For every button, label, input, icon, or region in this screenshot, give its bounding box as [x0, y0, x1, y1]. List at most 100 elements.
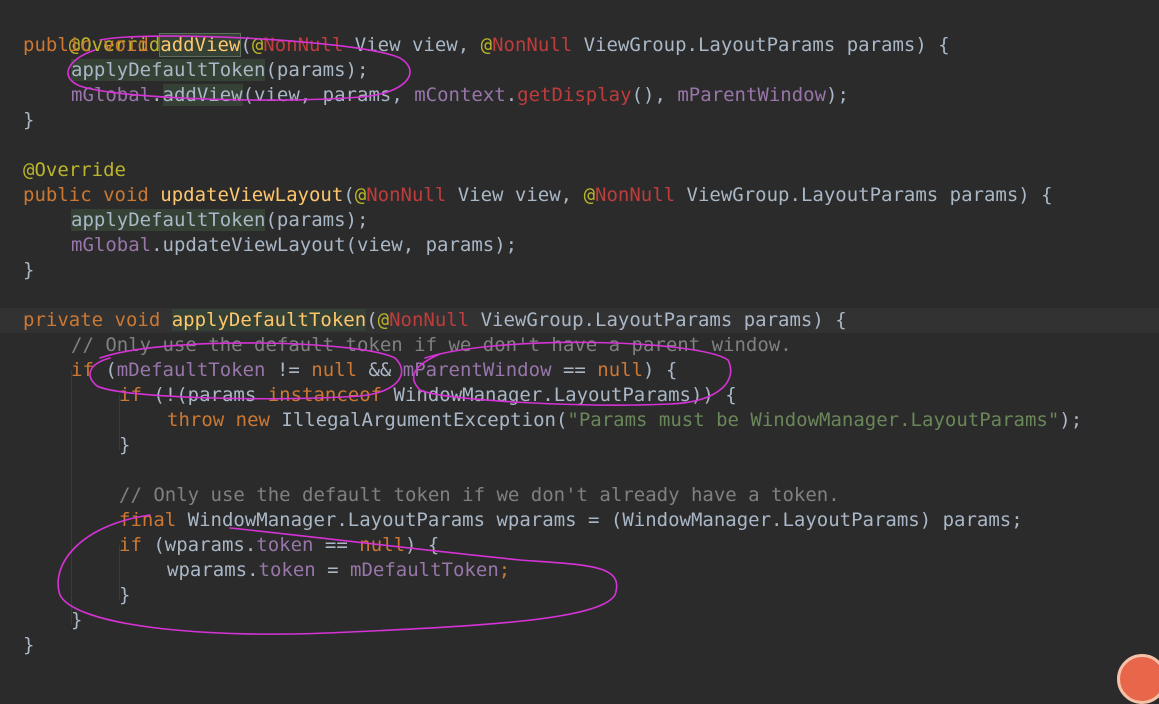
code-text: = [315, 559, 351, 581]
code-text: (params); [265, 59, 369, 81]
keyword-final: final [119, 509, 188, 531]
closing-brace: } [119, 584, 131, 606]
code-text: ( [366, 309, 378, 331]
code-text: wparams. [167, 559, 259, 581]
field-mcontext: mContext [414, 84, 506, 106]
code-line[interactable]: mGlobal.updateViewLayout(view, params); [71, 233, 517, 258]
field-token: token [258, 559, 316, 581]
code-text: . [505, 84, 518, 106]
keyword-null: null [359, 534, 406, 556]
code-text: ) { [405, 534, 440, 556]
code-text: ) { [643, 359, 678, 381]
call-getdisplay: getDisplay [517, 84, 632, 106]
code-line[interactable]: final WindowManager.LayoutParams wparams… [119, 508, 1023, 533]
code-comment: // Only use the default token if we don'… [71, 334, 792, 356]
code-text: == [313, 534, 360, 556]
keyword-if: if [119, 534, 154, 556]
field-mdefaulttoken: mDefaultToken [350, 559, 499, 581]
code-text: ( [105, 359, 117, 381]
code-text: (view, params, [242, 84, 415, 106]
keyword-null: null [597, 359, 644, 381]
indent-guide [71, 370, 72, 625]
nonnull-annotation: NonNull [389, 309, 470, 331]
annotation-at: @ [377, 309, 390, 331]
call-addview[interactable]: addView [162, 84, 243, 106]
code-text: . [151, 84, 163, 106]
call-applydefaulttoken[interactable]: applyDefaultToken [71, 209, 266, 231]
code-text: (!(params [153, 384, 268, 406]
code-line[interactable]: if (wparams.token == null) { [119, 533, 439, 558]
code-text: (params); [265, 209, 369, 231]
keyword-instanceof: instanceof [267, 384, 383, 406]
annotation-at: @ [480, 34, 493, 56]
keyword-new: new [235, 409, 282, 431]
code-text: ViewGroup.LayoutParams params) { [675, 184, 1053, 206]
keyword-void: void [103, 184, 161, 206]
string-literal: "Params must be WindowManager.LayoutPara… [567, 409, 1060, 431]
annotation-at: @ [251, 34, 264, 56]
field-mglobal: mGlobal [71, 84, 152, 106]
code-text: View view, [343, 34, 481, 56]
method-name-addview[interactable]: addView [159, 33, 242, 57]
field-token: token [256, 534, 314, 556]
keyword-if: if [71, 359, 106, 381]
code-line[interactable]: public void addView(@NonNull View view, … [23, 33, 950, 58]
nonnull-annotation: NonNull [263, 34, 344, 56]
code-line[interactable]: if (!(params instanceof WindowManager.La… [119, 383, 737, 408]
code-text: ViewGroup.LayoutParams params) { [469, 309, 847, 331]
method-name-updateviewlayout[interactable]: updateViewLayout [160, 184, 343, 206]
code-text: != [265, 359, 312, 381]
code-text: ( [240, 34, 252, 56]
code-line[interactable]: applyDefaultToken(params); [71, 58, 368, 83]
code-text: View view, [446, 184, 584, 206]
call-applydefaulttoken[interactable]: applyDefaultToken [71, 59, 266, 81]
keyword-public: public [23, 184, 104, 206]
code-line[interactable]: throw new IllegalArgumentException("Para… [167, 408, 1082, 433]
code-editor[interactable]: @Override public void addView(@NonNull V… [0, 0, 1159, 704]
code-text: ); [1059, 409, 1083, 431]
code-line[interactable]: @Override [23, 158, 126, 183]
closing-brace: } [119, 434, 131, 456]
code-line[interactable]: private void applyDefaultToken(@NonNull … [23, 308, 847, 333]
code-text: .updateViewLayout(view, params); [151, 234, 518, 256]
keyword-throw: throw [167, 409, 236, 431]
code-text: ; [498, 559, 511, 581]
keyword-void: void [114, 309, 172, 331]
closing-brace: } [23, 634, 35, 656]
override-annotation: @Override [23, 159, 126, 181]
closing-brace: } [23, 259, 35, 281]
code-line[interactable]: if (mDefaultToken != null && mParentWind… [71, 358, 677, 383]
closing-brace: } [23, 109, 35, 131]
code-text: WindowManager.LayoutParams)) { [382, 384, 737, 406]
keyword-private: private [23, 309, 115, 331]
assistant-bubble-icon[interactable] [1117, 654, 1159, 704]
keyword-public: public [23, 34, 104, 56]
code-line[interactable]: @Override [23, 8, 172, 56]
nonnull-annotation: NonNull [595, 184, 676, 206]
field-mparentwindow: mParentWindow [402, 359, 552, 381]
nonnull-annotation: NonNull [492, 34, 573, 56]
keyword-void: void [103, 34, 161, 56]
code-text: ); [826, 84, 849, 106]
code-line[interactable]: applyDefaultToken(params); [71, 208, 368, 233]
keyword-null: null [311, 359, 358, 381]
code-line[interactable]: public void updateViewLayout(@NonNull Vi… [23, 183, 1053, 208]
annotation-at: @ [583, 184, 596, 206]
code-text: ( [343, 184, 355, 206]
code-line[interactable]: mGlobal.addView(view, params, mContext.g… [71, 83, 849, 108]
method-name-applydefaulttoken[interactable]: applyDefaultToken [171, 309, 367, 331]
code-text: && [357, 359, 403, 381]
closing-brace: } [71, 609, 83, 631]
code-text: WindowManager.LayoutParams wparams = (Wi… [187, 509, 1023, 531]
nonnull-annotation: NonNull [366, 184, 447, 206]
code-text: ViewGroup.LayoutParams params) { [572, 34, 950, 56]
code-text: IllegalArgumentException( [281, 409, 568, 431]
code-text: (wparams. [153, 534, 257, 556]
code-line[interactable]: wparams.token = mDefaultToken; [167, 558, 510, 583]
keyword-if: if [119, 384, 154, 406]
code-comment: // Only use the default token if we don'… [119, 484, 840, 506]
field-mdefaulttoken: mDefaultToken [116, 359, 266, 381]
field-mparentwindow: mParentWindow [677, 84, 827, 106]
field-mglobal: mGlobal [71, 234, 152, 256]
code-text: (), [631, 84, 678, 106]
